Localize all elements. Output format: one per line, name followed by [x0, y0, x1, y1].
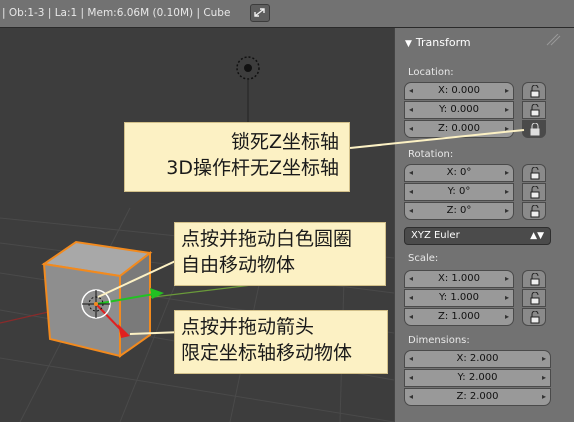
- lock-location-x[interactable]: [522, 82, 546, 100]
- rotation-x-field[interactable]: ◂ X: 0° ▸: [404, 164, 514, 182]
- collapse-triangle-icon[interactable]: ▼: [405, 39, 412, 49]
- lock-scale-x[interactable]: [522, 270, 546, 288]
- dimensions-z-value: Z: 2.000: [456, 391, 499, 402]
- scale-z-value: Z: 1.000: [437, 311, 481, 322]
- rotation-z-value: Z: 0°: [446, 205, 472, 216]
- scale-x-value: X: 1.000: [437, 273, 481, 284]
- unlock-icon: [530, 85, 540, 98]
- panel-grip-icon[interactable]: [545, 34, 561, 46]
- callout-drag-circle-line2: 自由移动物体: [181, 254, 296, 276]
- dimensions-z-field[interactable]: ◂ Z: 2.000 ▸: [404, 388, 551, 406]
- lock-rotation-x[interactable]: [522, 164, 546, 182]
- callout-drag-circle: 点按并拖动白色圆圈 自由移动物体: [174, 222, 386, 286]
- location-label: Location:: [408, 67, 454, 78]
- rotation-y-field[interactable]: ◂ Y: 0° ▸: [404, 183, 514, 201]
- callout-drag-circle-line1: 点按并拖动白色圆圈: [181, 228, 353, 250]
- location-y-value: Y: 0.000: [439, 104, 479, 115]
- lock-icon: [530, 123, 540, 136]
- dimensions-x-field[interactable]: ◂ X: 2.000 ▸: [404, 350, 551, 368]
- callout-drag-arrow: 点按并拖动箭头 限定坐标轴移动物体: [174, 310, 388, 374]
- dimensions-x-value: X: 2.000: [456, 353, 499, 364]
- location-z-field[interactable]: ◂ Z: 0.000 ▸: [404, 120, 514, 138]
- lock-rotation-y[interactable]: [522, 183, 546, 201]
- rotation-z-field[interactable]: ◂ Z: 0° ▸: [404, 202, 514, 220]
- rotation-y-value: Y: 0°: [447, 186, 471, 197]
- location-x-value: X: 0.000: [437, 85, 481, 96]
- unlock-icon: [530, 311, 540, 324]
- dimensions-y-value: Y: 2.000: [457, 372, 498, 383]
- location-z-value: Z: 0.000: [437, 123, 481, 134]
- callout-lock-z: 锁死Z坐标轴 3D操作杆无Z坐标轴: [124, 122, 350, 192]
- lock-location-z[interactable]: [522, 120, 546, 138]
- lock-rotation-z[interactable]: [522, 202, 546, 220]
- lock-scale-y[interactable]: [522, 289, 546, 307]
- unlock-icon: [530, 273, 540, 286]
- transform-header[interactable]: ▼ Transform: [405, 36, 471, 49]
- unlock-icon: [530, 104, 540, 117]
- unlock-icon: [530, 167, 540, 180]
- scale-z-field[interactable]: ◂ Z: 1.000 ▸: [404, 308, 514, 326]
- rotation-mode-value: XYZ Euler: [411, 230, 460, 241]
- lock-scale-z[interactable]: [522, 308, 546, 326]
- callout-lock-z-line1: 锁死Z坐标轴: [230, 131, 339, 153]
- scene-info: | Ob:1-3 | La:1 | Mem:6.06M (0.10M) | Cu…: [2, 7, 231, 19]
- location-y-field[interactable]: ◂ Y: 0.000 ▸: [404, 101, 514, 119]
- callout-drag-arrow-line2: 限定坐标轴移动物体: [181, 342, 353, 364]
- updown-arrows-icon: ▲▼: [530, 231, 544, 241]
- header-bar: | Ob:1-3 | La:1 | Mem:6.06M (0.10M) | Cu…: [0, 0, 574, 28]
- lock-location-y[interactable]: [522, 101, 546, 119]
- fullscreen-icon: [254, 8, 265, 17]
- scale-y-field[interactable]: ◂ Y: 1.000 ▸: [404, 289, 514, 307]
- rotation-x-value: X: 0°: [446, 167, 472, 178]
- unlock-icon: [530, 186, 540, 199]
- callout-drag-arrow-line1: 点按并拖动箭头: [181, 316, 315, 338]
- dimensions-label: Dimensions:: [408, 335, 470, 346]
- location-x-field[interactable]: ◂ X: 0.000 ▸: [404, 82, 514, 100]
- dimensions-y-field[interactable]: ◂ Y: 2.000 ▸: [404, 369, 551, 387]
- scale-label: Scale:: [408, 253, 439, 264]
- properties-panel: ▼ Transform Location: ◂ X: 0.000 ▸ ◂ Y: 0.00…: [394, 28, 574, 422]
- scale-y-value: Y: 1.000: [439, 292, 479, 303]
- fullscreen-button[interactable]: [250, 4, 270, 22]
- rotation-label: Rotation:: [408, 149, 454, 160]
- unlock-icon: [530, 205, 540, 218]
- callout-lock-z-line2: 3D操作杆无Z坐标轴: [166, 157, 339, 179]
- unlock-icon: [530, 292, 540, 305]
- rotation-mode-dropdown[interactable]: XYZ Euler ▲▼: [404, 227, 551, 245]
- cube-object[interactable]: [41, 240, 153, 358]
- scale-x-field[interactable]: ◂ X: 1.000 ▸: [404, 270, 514, 288]
- panel-title: Transform: [415, 36, 471, 49]
